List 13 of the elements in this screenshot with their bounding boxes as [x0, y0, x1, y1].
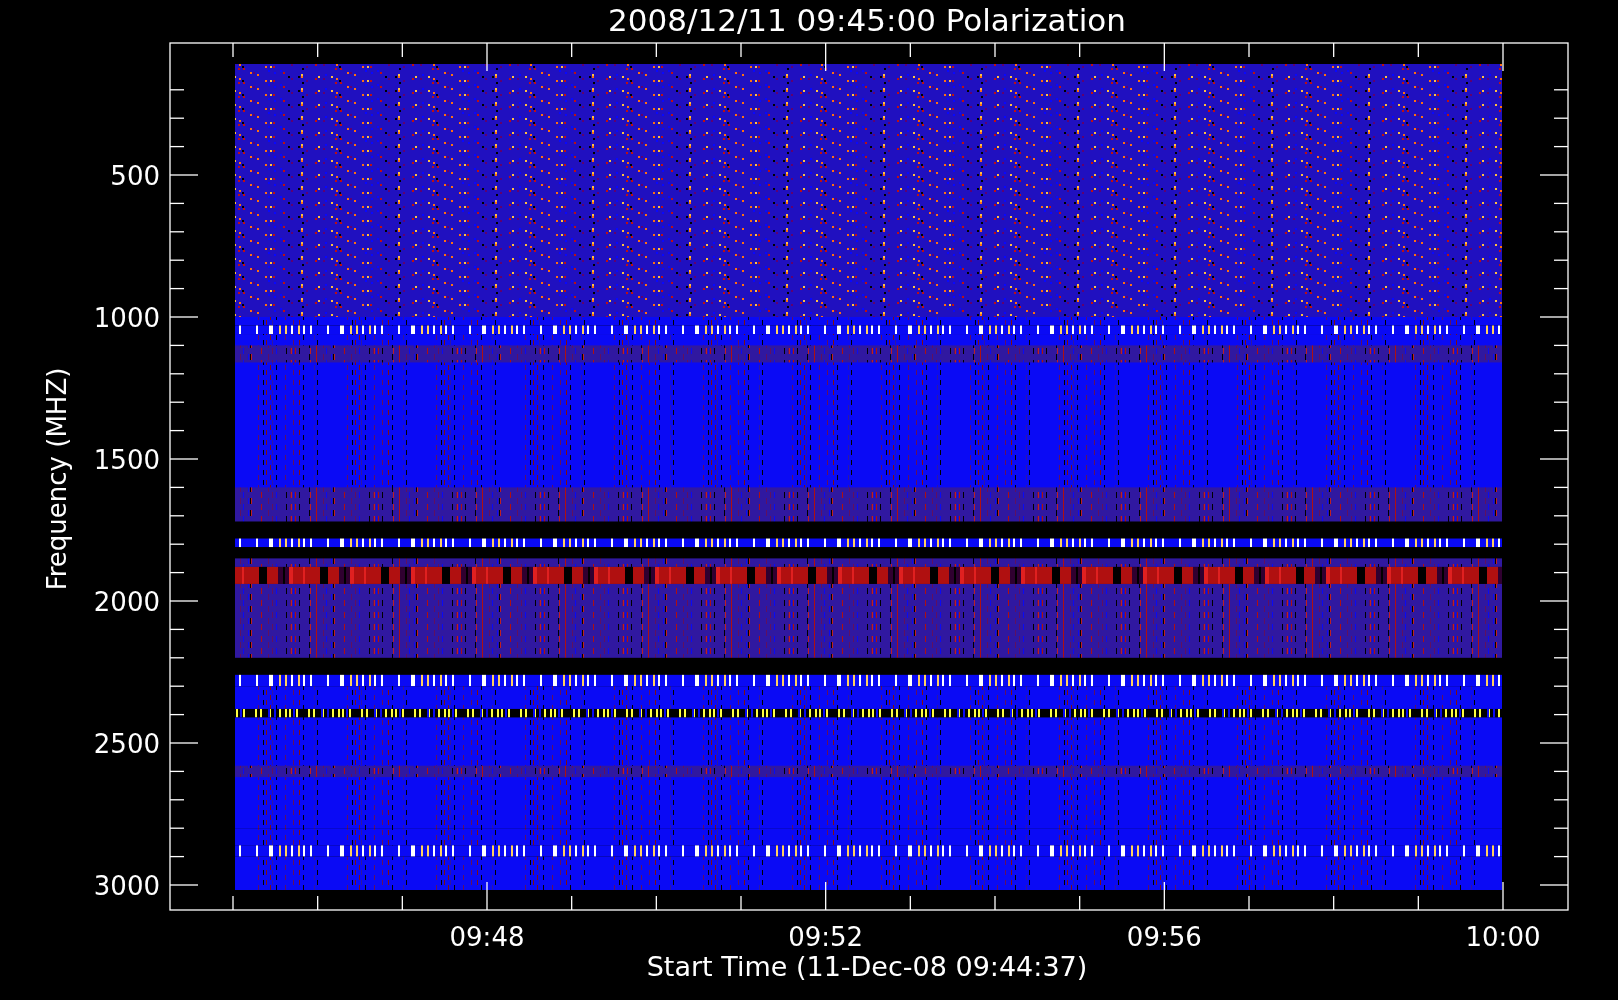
x-axis-label: Start Time (11-Dec-08 09:44:37)	[646, 951, 1088, 982]
x-tick-label: 10:00	[1465, 922, 1541, 952]
y-tick-label: 500	[110, 161, 160, 191]
y-axis-label: Frequency (MHZ)	[42, 367, 72, 591]
y-tick-label: 1500	[93, 445, 160, 475]
y-tick-label: 2500	[93, 729, 160, 759]
y-tick-label: 1000	[93, 303, 160, 333]
x-tick-label: 09:52	[788, 922, 864, 952]
plot-title: 2008/12/11 09:45:00 Polarization	[608, 2, 1126, 38]
x-tick-label: 09:48	[449, 922, 525, 952]
y-tick-label: 2000	[93, 587, 160, 617]
y-tick-label: 3000	[93, 871, 160, 901]
x-tick-label: 09:56	[1126, 922, 1202, 952]
